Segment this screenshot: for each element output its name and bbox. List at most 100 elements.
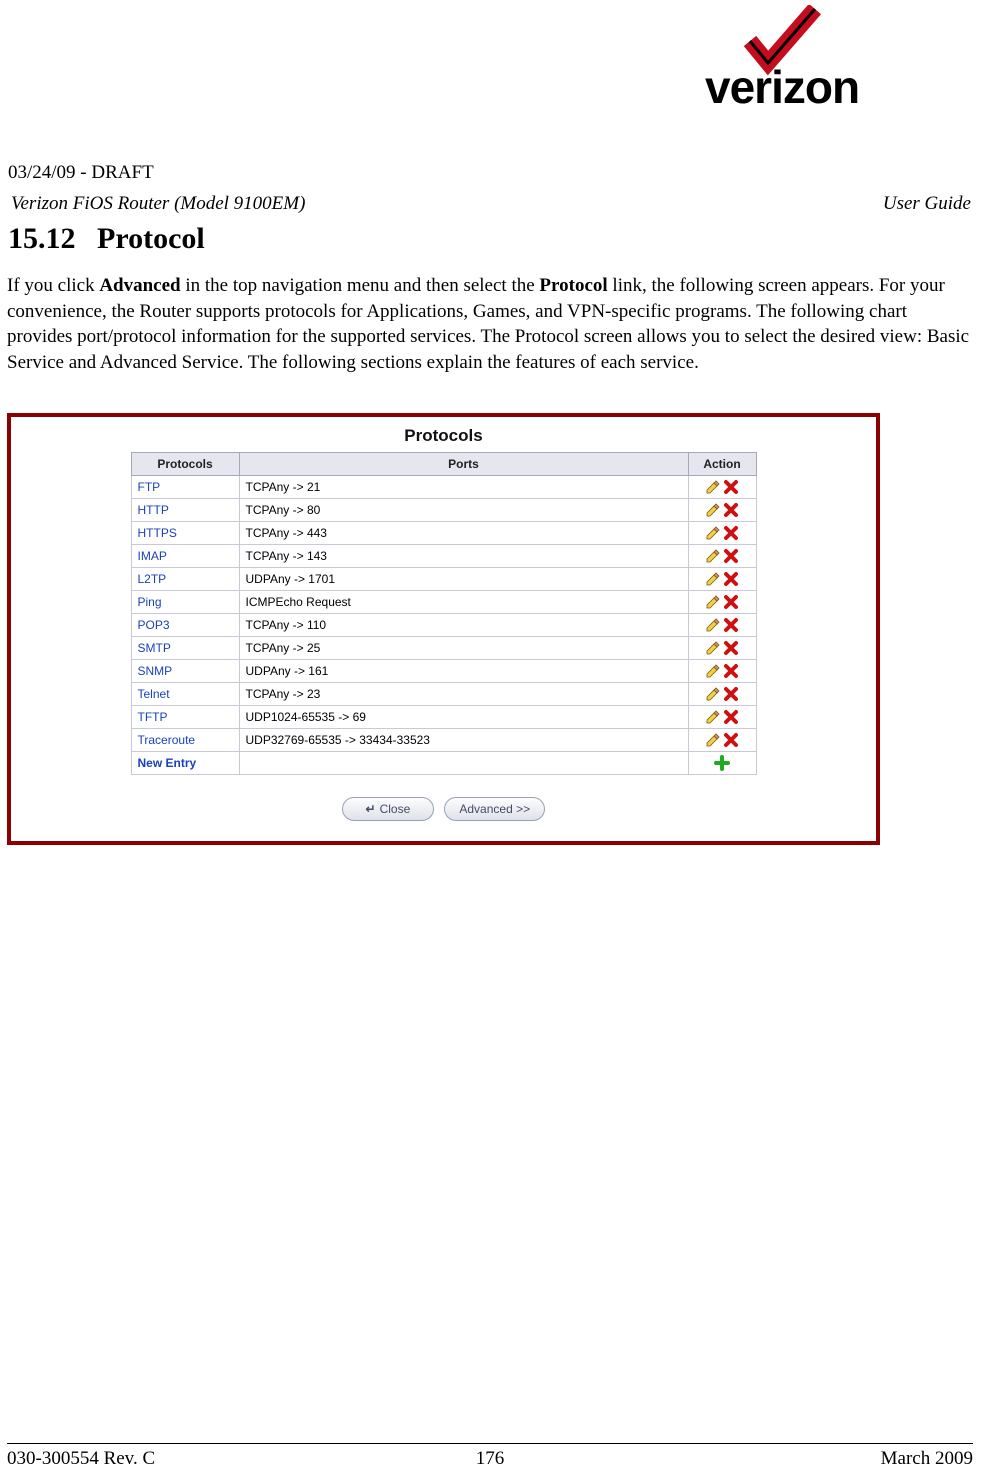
- protocol-link[interactable]: SNMP: [131, 660, 239, 683]
- advanced-button-label: Advanced >>: [459, 802, 530, 816]
- table-row: SNMPUDPAny -> 161: [131, 660, 756, 683]
- add-icon[interactable]: [714, 755, 730, 769]
- delete-icon[interactable]: [723, 663, 739, 677]
- delete-icon[interactable]: [723, 594, 739, 608]
- protocol-link[interactable]: HTTPS: [131, 522, 239, 545]
- protocol-link[interactable]: FTP: [131, 476, 239, 499]
- protocol-link[interactable]: SMTP: [131, 637, 239, 660]
- protocol-link[interactable]: Traceroute: [131, 729, 239, 752]
- actions-cell: [688, 499, 756, 522]
- ports-cell: TCPAny -> 23: [239, 683, 688, 706]
- doc-type: User Guide: [883, 193, 971, 215]
- ports-cell: TCPAny -> 25: [239, 637, 688, 660]
- edit-icon[interactable]: [705, 502, 723, 516]
- table-row: HTTPSTCPAny -> 443: [131, 522, 756, 545]
- panel-title: Protocols: [15, 420, 872, 452]
- ports-cell: UDP32769-65535 -> 33434-33523: [239, 729, 688, 752]
- protocol-link[interactable]: POP3: [131, 614, 239, 637]
- edit-icon[interactable]: [705, 709, 723, 723]
- actions-cell: [688, 568, 756, 591]
- table-row: TelnetTCPAny -> 23: [131, 683, 756, 706]
- ports-cell: ICMPEcho Request: [239, 591, 688, 614]
- delete-icon[interactable]: [723, 617, 739, 631]
- ports-cell: [239, 752, 688, 775]
- page-footer: 030-300554 Rev. C 176 March 2009: [7, 1443, 973, 1470]
- protocol-link[interactable]: TFTP: [131, 706, 239, 729]
- actions-cell: [688, 752, 756, 775]
- edit-icon[interactable]: [705, 571, 723, 585]
- ports-cell: TCPAny -> 80: [239, 499, 688, 522]
- delete-icon[interactable]: [723, 732, 739, 746]
- table-row: L2TPUDPAny -> 1701: [131, 568, 756, 591]
- advanced-button[interactable]: Advanced >>: [444, 797, 545, 821]
- table-row: POP3TCPAny -> 110: [131, 614, 756, 637]
- delete-icon[interactable]: [723, 686, 739, 700]
- col-protocols: Protocols: [131, 453, 239, 476]
- edit-icon[interactable]: [705, 594, 723, 608]
- col-action: Action: [688, 453, 756, 476]
- delete-icon[interactable]: [723, 479, 739, 493]
- body-bold-advanced: Advanced: [99, 275, 180, 296]
- actions-cell: [688, 476, 756, 499]
- return-arrow-icon: ↵: [366, 802, 376, 816]
- protocol-link[interactable]: L2TP: [131, 568, 239, 591]
- product-name: Verizon FiOS Router (Model 9100EM): [11, 193, 305, 215]
- delete-icon[interactable]: [723, 640, 739, 654]
- edit-icon[interactable]: [705, 479, 723, 493]
- ports-cell: UDPAny -> 161: [239, 660, 688, 683]
- delete-icon[interactable]: [723, 709, 739, 723]
- footer-doc-id: 030-300554 Rev. C: [7, 1448, 155, 1470]
- actions-cell: [688, 614, 756, 637]
- section-body: If you click Advanced in the top navigat…: [7, 273, 971, 376]
- protocol-link[interactable]: Ping: [131, 591, 239, 614]
- actions-cell: [688, 660, 756, 683]
- doc-header: Verizon FiOS Router (Model 9100EM) User …: [11, 193, 971, 215]
- edit-icon[interactable]: [705, 640, 723, 654]
- delete-icon[interactable]: [723, 525, 739, 539]
- close-button[interactable]: ↵ Close: [342, 797, 434, 821]
- section-heading: 15.12 Protocol: [8, 222, 205, 256]
- edit-icon[interactable]: [705, 663, 723, 677]
- protocol-link[interactable]: IMAP: [131, 545, 239, 568]
- table-row: FTPTCPAny -> 21: [131, 476, 756, 499]
- edit-icon[interactable]: [705, 548, 723, 562]
- section-number: 15.12: [8, 222, 76, 255]
- delete-icon[interactable]: [723, 548, 739, 562]
- ports-cell: UDP1024-65535 -> 69: [239, 706, 688, 729]
- close-button-label: Close: [380, 802, 411, 816]
- new-entry-row: New Entry: [131, 752, 756, 775]
- actions-cell: [688, 591, 756, 614]
- table-row: TFTPUDP1024-65535 -> 69: [131, 706, 756, 729]
- ports-cell: TCPAny -> 110: [239, 614, 688, 637]
- table-row: HTTPTCPAny -> 80: [131, 499, 756, 522]
- protocol-link[interactable]: HTTP: [131, 499, 239, 522]
- footer-date: March 2009: [881, 1448, 973, 1470]
- actions-cell: [688, 729, 756, 752]
- ports-cell: TCPAny -> 443: [239, 522, 688, 545]
- col-ports: Ports: [239, 453, 688, 476]
- table-row: SMTPTCPAny -> 25: [131, 637, 756, 660]
- delete-icon[interactable]: [723, 571, 739, 585]
- new-entry-link[interactable]: New Entry: [131, 752, 239, 775]
- ports-cell: UDPAny -> 1701: [239, 568, 688, 591]
- verizon-logo-text: verizon: [705, 60, 859, 114]
- actions-cell: [688, 637, 756, 660]
- actions-cell: [688, 522, 756, 545]
- edit-icon[interactable]: [705, 686, 723, 700]
- delete-icon[interactable]: [723, 502, 739, 516]
- table-row: IMAPTCPAny -> 143: [131, 545, 756, 568]
- edit-icon[interactable]: [705, 525, 723, 539]
- protocols-panel: Protocols Protocols Ports Action FTPTCPA…: [7, 413, 880, 845]
- edit-icon[interactable]: [705, 617, 723, 631]
- draft-label: 03/24/09 - DRAFT: [8, 162, 154, 184]
- actions-cell: [688, 683, 756, 706]
- ports-cell: TCPAny -> 143: [239, 545, 688, 568]
- verizon-logo: verizon: [705, 10, 965, 120]
- protocol-link[interactable]: Telnet: [131, 683, 239, 706]
- body-text-frag: If you click: [7, 275, 99, 296]
- table-row: PingICMPEcho Request: [131, 591, 756, 614]
- section-title: Protocol: [97, 222, 205, 255]
- actions-cell: [688, 706, 756, 729]
- body-text-frag: in the top navigation menu and then sele…: [181, 275, 540, 296]
- edit-icon[interactable]: [705, 732, 723, 746]
